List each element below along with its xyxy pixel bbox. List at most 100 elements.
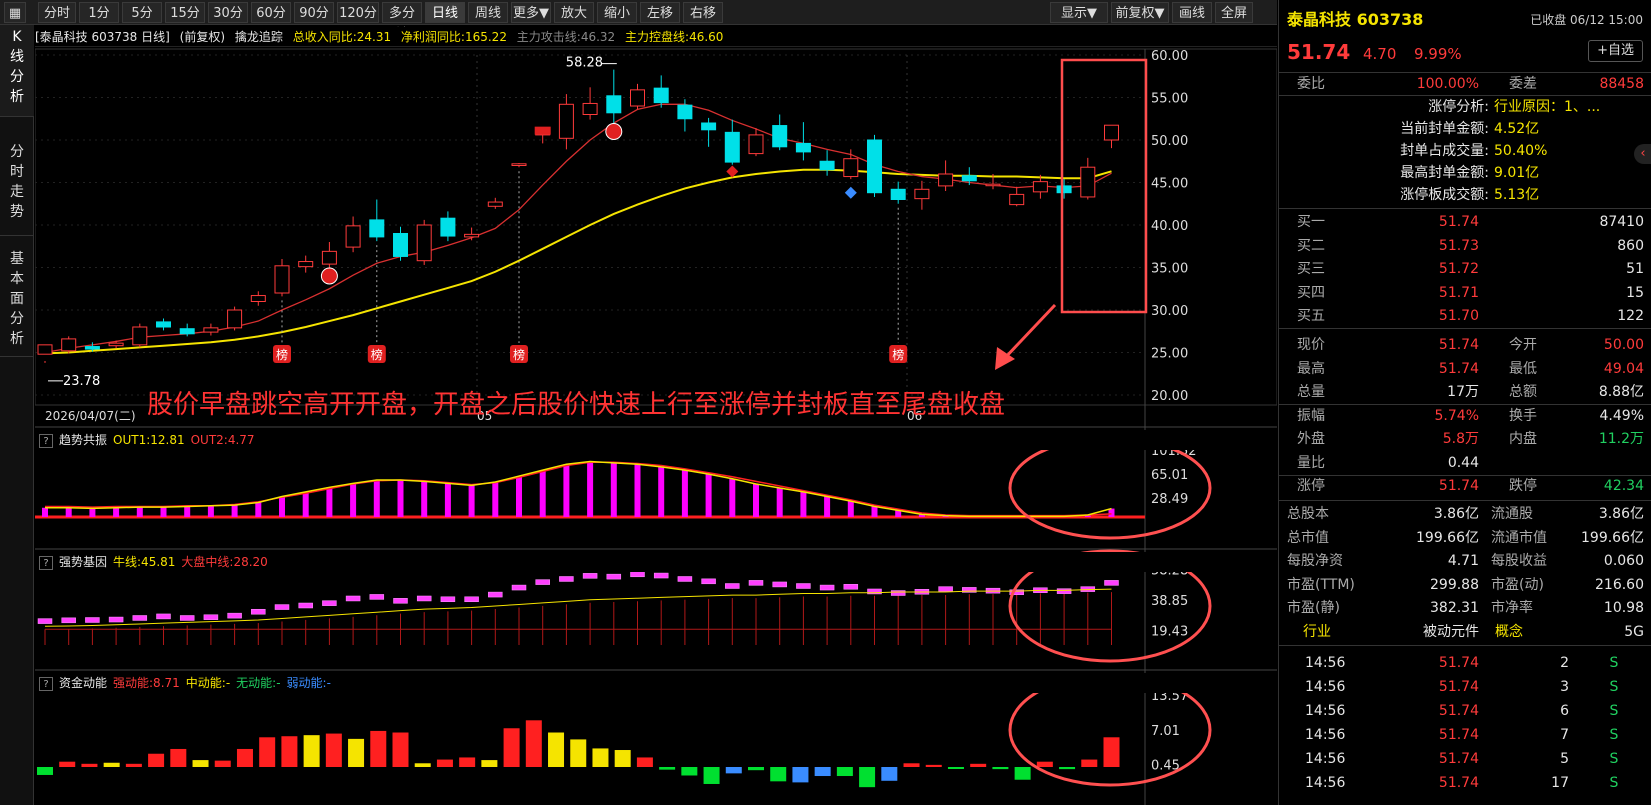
toolbar-btn-12[interactable]: 放大 — [554, 2, 594, 23]
price-change: 4.70 — [1363, 45, 1397, 63]
help-icon[interactable]: ? — [39, 676, 53, 691]
panel3-bar — [59, 761, 76, 767]
panel3-bar — [903, 763, 920, 767]
fund-l1: 市盈(TTM) — [1287, 576, 1355, 593]
industry-v2[interactable]: 5G — [1569, 620, 1644, 644]
panel1-bar — [302, 491, 309, 517]
industry-v1[interactable]: 被动元件 — [1389, 620, 1479, 644]
panel2-bar — [748, 580, 764, 586]
panel3-bar — [703, 767, 720, 784]
toolbar-btn-3[interactable]: 15分 — [165, 2, 205, 23]
toolbar-btn-4[interactable]: 30分 — [208, 2, 248, 23]
toolbar-right-btn-2[interactable]: 画线 — [1172, 2, 1212, 23]
candle-body — [1104, 124, 1119, 141]
toolbar-btn-1[interactable]: 1分 — [79, 2, 119, 23]
toolbar-right-btn-3[interactable]: 全屏 — [1215, 2, 1253, 23]
quote-v1: 51.74 — [1438, 360, 1479, 377]
add-watchlist-button[interactable]: +自选 — [1588, 40, 1643, 62]
limit-label: 封单占成交量: — [1400, 143, 1489, 159]
quote-l1: 量比 — [1297, 454, 1325, 471]
bang-marker-label: 榜 — [513, 347, 525, 362]
price-change-pct: 9.99% — [1414, 45, 1462, 63]
panel1-bar — [753, 484, 759, 517]
quote-v2 — [1569, 451, 1644, 475]
market-status: 已收盘 06/12 15:00 — [1530, 13, 1643, 27]
panel1-bar — [279, 496, 285, 517]
panel3-bar — [370, 730, 387, 767]
panel1-bar — [658, 466, 665, 517]
toolbar-btn-5[interactable]: 60分 — [251, 2, 291, 23]
panel3-bar — [814, 767, 831, 777]
panel2-bar — [298, 602, 313, 609]
bid-price: 51.71 — [1438, 284, 1479, 301]
panel1-title[interactable]: 趋势共振 — [59, 433, 107, 447]
tab-fundamental[interactable]: 基本面分析 — [0, 237, 34, 357]
panel1-bar — [705, 474, 712, 517]
panel1-bar — [539, 470, 546, 517]
weibi-value: 100.00% — [1416, 76, 1479, 92]
toolbar-btn-15[interactable]: 右移 — [683, 2, 723, 23]
panel2-market: 大盘中线:28.20 — [181, 555, 268, 569]
panel1-bar — [160, 507, 167, 517]
toolbar-right-btn-0[interactable]: 显示▼ — [1050, 2, 1108, 23]
quote-l1: 现价 — [1297, 337, 1325, 353]
price-tick-label: 35.00 — [1151, 262, 1188, 277]
panel3-bar — [125, 763, 142, 767]
price-tick-label: 25.00 — [1151, 347, 1188, 362]
panel2-bar — [345, 595, 361, 602]
panel3-bar — [392, 732, 409, 767]
quote-l2: 换手 — [1509, 407, 1537, 424]
panel3-bar — [481, 760, 498, 767]
panel3-bar — [436, 759, 453, 767]
tab-intraday[interactable]: 分时走势 — [0, 118, 34, 236]
grid-menu-icon[interactable]: ▦ — [4, 2, 26, 23]
panel2-bar — [535, 579, 550, 585]
bang-marker-label: 榜 — [276, 347, 288, 362]
candle-body — [985, 183, 1001, 187]
panel3-bar — [259, 737, 276, 767]
panel1-tick-label: 65.01 — [1151, 468, 1188, 483]
help-icon[interactable]: ? — [39, 555, 53, 570]
quote-v1: 51.74 — [1438, 337, 1479, 353]
limit-value[interactable]: 行业原因：1、... — [1494, 96, 1600, 118]
panel2-bar — [251, 608, 266, 615]
candle-body — [487, 201, 503, 207]
panel2-bar — [843, 584, 859, 590]
panel3-bar — [725, 767, 742, 774]
candle-body — [677, 104, 693, 120]
toolbar-btn-6[interactable]: 90分 — [294, 2, 334, 23]
signal-circle-icon — [320, 267, 338, 285]
help-icon[interactable]: ? — [39, 433, 53, 448]
toolbar-btn-14[interactable]: 左移 — [640, 2, 680, 23]
toolbar-btn-9[interactable]: 日线 — [425, 2, 465, 23]
ma-short-line — [44, 103, 1112, 354]
panel2-title[interactable]: 强势基因 — [59, 555, 107, 569]
panel3-title[interactable]: 资金动能 — [59, 676, 107, 690]
quote-v1: 0.44 — [1447, 454, 1479, 471]
toolbar-right-btn-1[interactable]: 前复权▼ — [1111, 2, 1169, 23]
panel1-bar — [871, 506, 878, 517]
collapse-arrow-icon[interactable]: ‹ — [1634, 144, 1651, 164]
tick-side: S — [1609, 727, 1619, 743]
candle-body — [938, 173, 954, 187]
panel3-bar — [1103, 737, 1120, 767]
tick-side: S — [1609, 703, 1619, 719]
toolbar-btn-0[interactable]: 分时 — [38, 2, 76, 23]
tick-time: 14:56 — [1305, 703, 1346, 719]
limit-value: 5.13亿 — [1494, 187, 1540, 203]
toolbar-btn-13[interactable]: 缩小 — [597, 2, 637, 23]
toolbar-btn-8[interactable]: 多分钟 — [382, 2, 422, 42]
fund-l2: 市净率 — [1491, 600, 1533, 616]
divider — [1279, 328, 1651, 329]
fund-l1: 每股净资 — [1287, 553, 1343, 569]
tick-vol: 17 — [1551, 775, 1569, 791]
toolbar-btn-2[interactable]: 5分 — [122, 2, 162, 23]
tab-kline-analysis[interactable]: K线分析 — [0, 25, 34, 117]
panel2-tick-label: 38.85 — [1151, 594, 1188, 609]
toolbar-btn-7[interactable]: 120分 — [337, 2, 379, 23]
tick-vol: 7 — [1560, 727, 1569, 743]
panel3-bar — [925, 764, 942, 767]
toolbar-btn-10[interactable]: 周线 — [468, 2, 508, 23]
toolbar-btn-11[interactable]: 更多▼ — [511, 2, 551, 23]
tick-price: 51.74 — [1438, 775, 1479, 791]
